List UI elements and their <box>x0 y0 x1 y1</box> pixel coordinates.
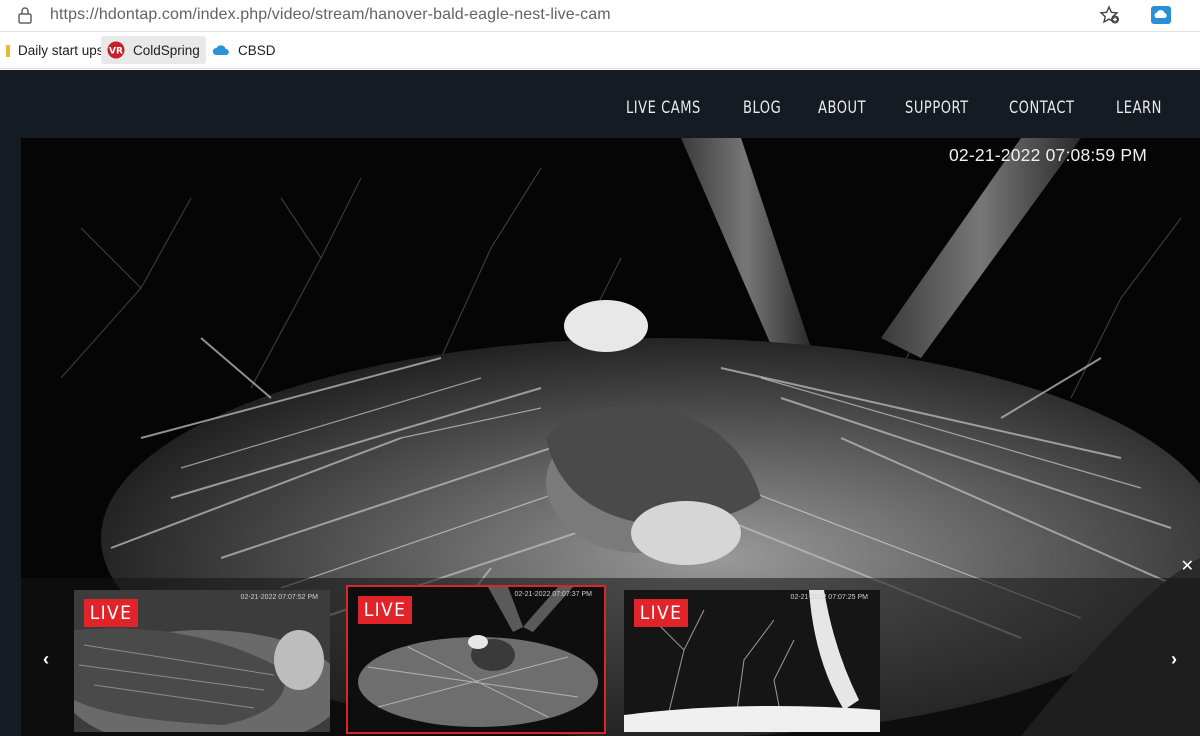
vr-logo-icon: VR <box>107 41 125 59</box>
camera-thumbnail-strip: ✕ ‹ › LIVE 02-21-2022 07:07:52 PM LIVE 0… <box>21 558 1200 736</box>
camera-thumbnail[interactable]: LIVE 02-21-2022 07:07:52 PM <box>74 590 330 732</box>
nav-contact[interactable]: CONTACT <box>1009 98 1075 124</box>
svg-text:VR: VR <box>109 47 123 57</box>
thumbnail-timestamp: 02-21-2022 07:07:52 PM <box>240 594 318 601</box>
main-nav: LIVE CAMS BLOG ABOUT SUPPORT CONTACT LEA… <box>626 98 1200 124</box>
chevron-right-icon[interactable]: › <box>1165 650 1183 668</box>
bookmark-daily-start-ups[interactable]: Daily start ups <box>0 36 110 64</box>
cloud-extension-icon[interactable] <box>1149 4 1173 26</box>
cloud-icon <box>212 45 229 55</box>
nav-learn[interactable]: LEARN <box>1116 98 1162 124</box>
live-badge: LIVE <box>358 596 412 624</box>
nav-blog[interactable]: BLOG <box>743 98 781 124</box>
chevron-left-icon[interactable]: ‹ <box>37 650 55 668</box>
close-icon[interactable]: ✕ <box>1181 556 1194 576</box>
address-bar: https://hdontap.com/index.php/video/stre… <box>0 0 1200 32</box>
bookmark-cbsd[interactable]: CBSD <box>206 36 282 64</box>
bookmarks-bar: Daily start ups VR ColdSpring CBSD <box>0 32 1200 69</box>
bookmark-coldspring[interactable]: VR ColdSpring <box>101 36 206 64</box>
live-badge: LIVE <box>84 599 138 627</box>
folder-icon <box>6 45 10 57</box>
url-field[interactable]: https://hdontap.com/index.php/video/stre… <box>50 6 611 24</box>
site-page: LIVE CAMS BLOG ABOUT SUPPORT CONTACT LEA… <box>0 70 1200 736</box>
nav-about[interactable]: ABOUT <box>818 98 866 124</box>
live-badge: LIVE <box>634 599 688 627</box>
video-player[interactable]: 02-21-2022 07:08:59 PM ✕ ‹ › LIVE 02-21-… <box>21 138 1200 736</box>
nav-live-cams[interactable]: LIVE CAMS <box>626 98 701 124</box>
lock-icon[interactable] <box>17 6 33 24</box>
camera-thumbnail[interactable]: LIVE 02-21-2022 07:07:25 PM <box>624 590 880 732</box>
thumbnail-timestamp: 02-21-2022 07:07:25 PM <box>790 594 868 601</box>
add-favorite-icon[interactable] <box>1098 4 1122 26</box>
thumbnail-timestamp: 02-21-2022 07:07:37 PM <box>514 591 592 598</box>
camera-thumbnail-selected[interactable]: LIVE 02-21-2022 07:07:37 PM <box>346 585 606 734</box>
video-timestamp: 02-21-2022 07:08:59 PM <box>949 145 1148 165</box>
nav-support[interactable]: SUPPORT <box>905 98 969 124</box>
